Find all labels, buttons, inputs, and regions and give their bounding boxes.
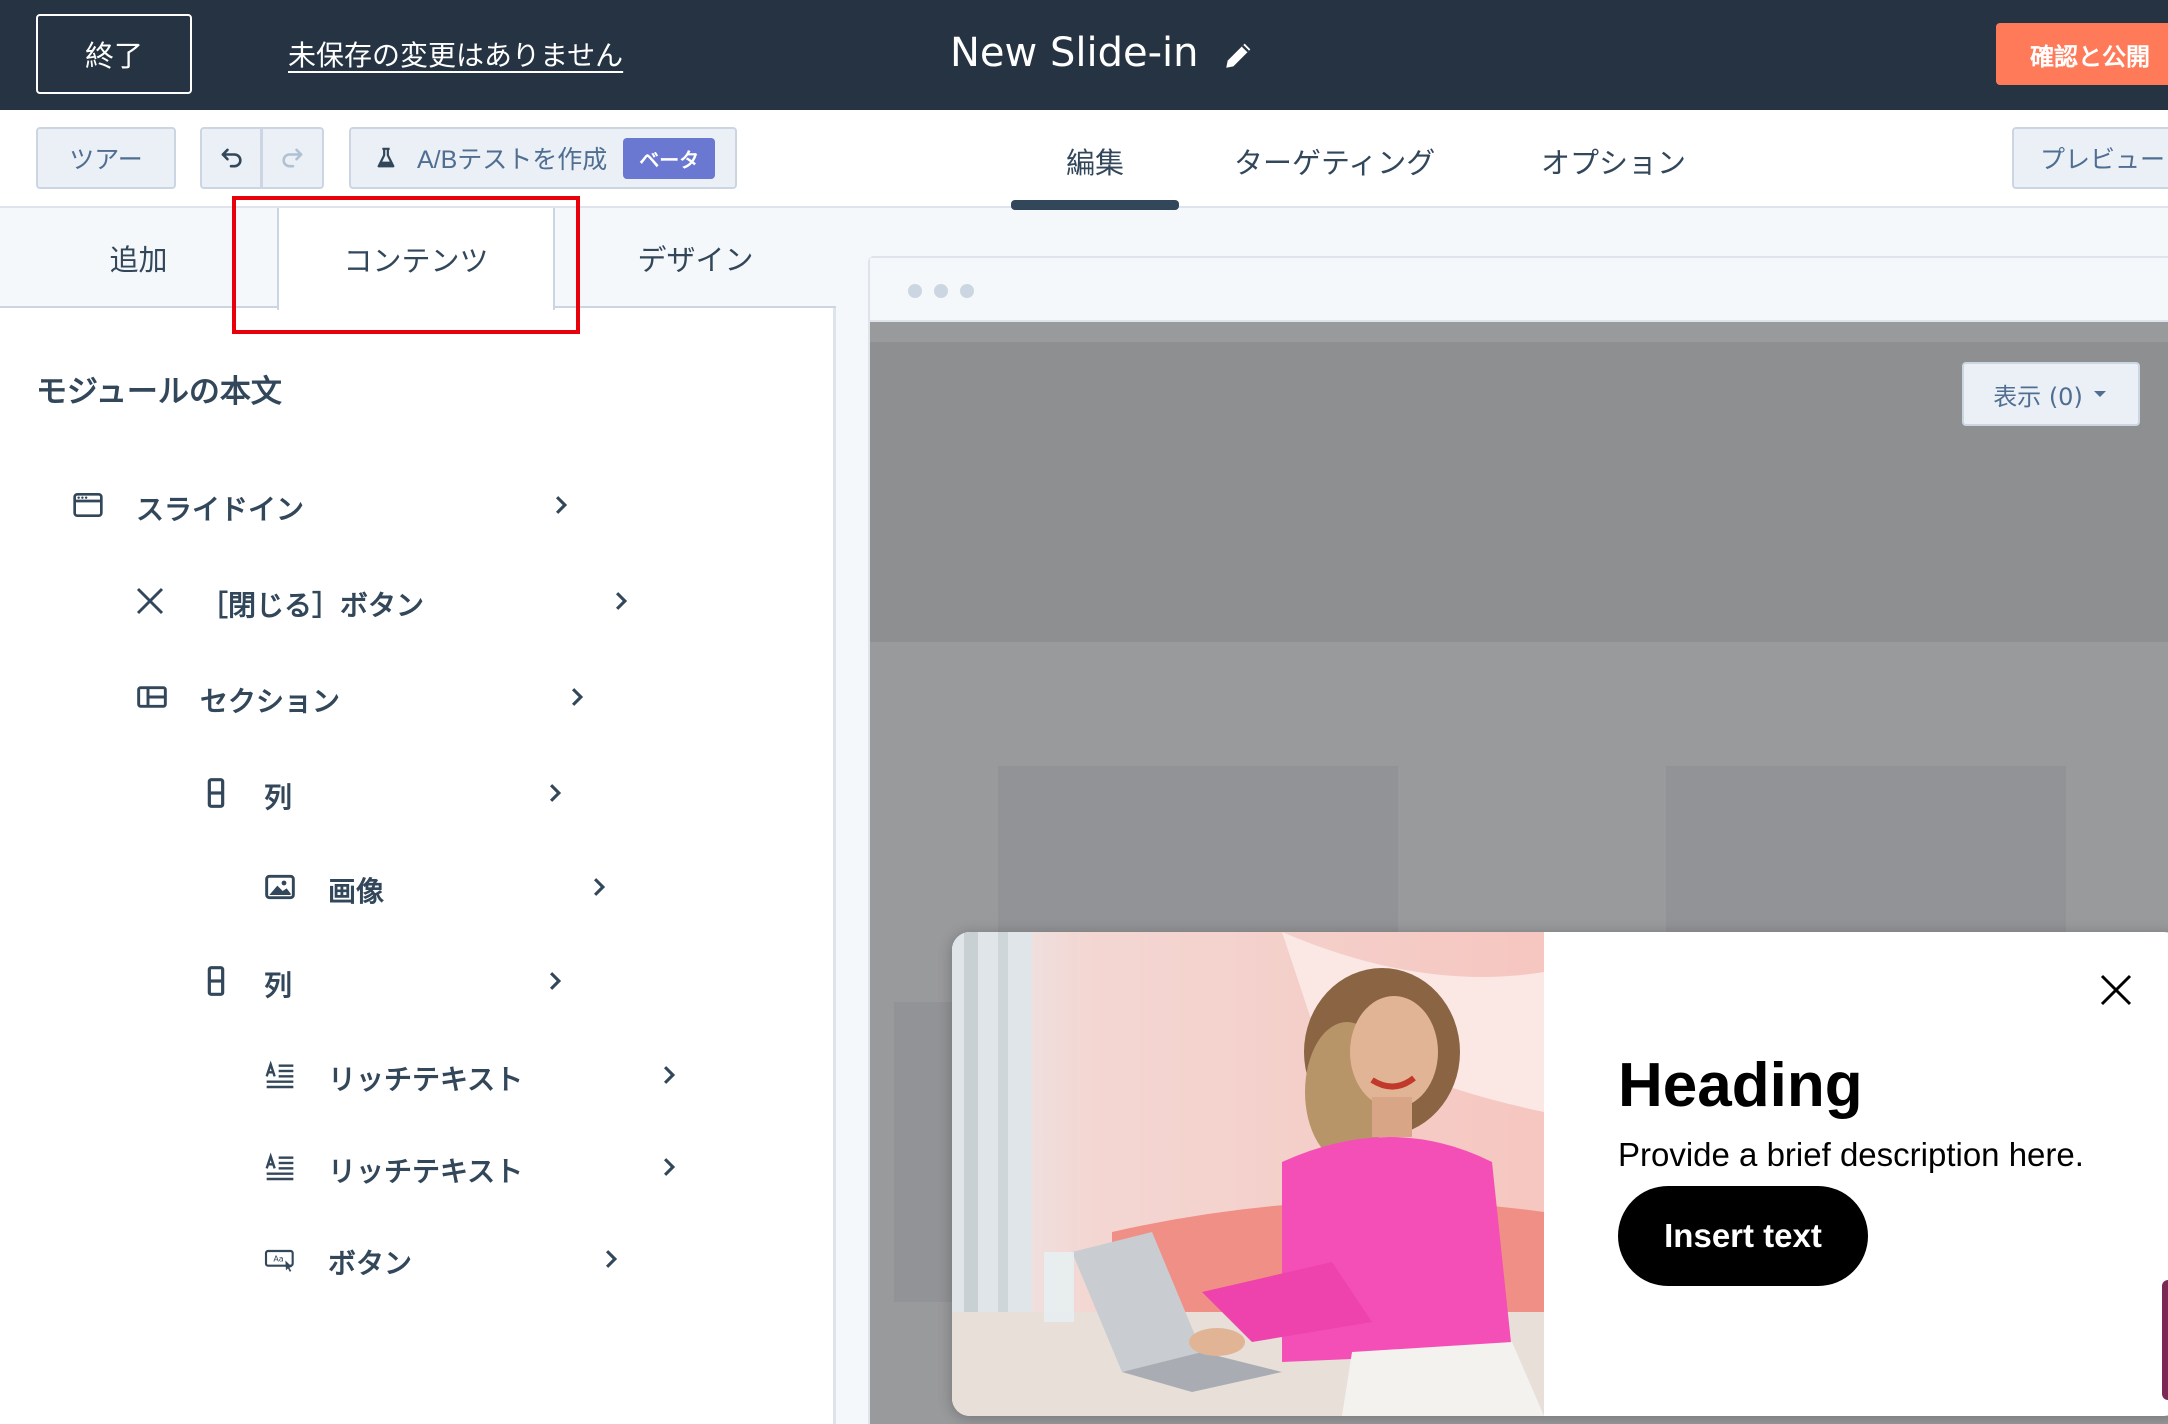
review-publish-button[interactable]: 確認と公開 <box>1996 23 2168 85</box>
rich-text-icon <box>265 1060 294 1089</box>
column-icon <box>207 966 225 996</box>
top-bar: 終了 未保存の変更はありません New Slide-in 確認と公開 <box>0 0 2168 110</box>
slide-in-cta-button[interactable]: Insert text <box>1618 1186 1868 1286</box>
tab-options[interactable]: オプション <box>1541 140 1686 182</box>
tree-item-slide-in[interactable]: スライドイン <box>70 480 580 530</box>
window-dot <box>934 284 948 298</box>
chevron-right-icon <box>549 784 562 802</box>
browser-chrome <box>870 258 2168 322</box>
tree-item-column[interactable]: 列 <box>200 956 580 1006</box>
ab-test-label: A/Bテストを作成 <box>417 146 608 174</box>
editor-toolbar: ツアー A/Bテストを作成 ベータ 編集 ターゲティング オプション プレビュー <box>0 110 2168 210</box>
undo-button[interactable] <box>200 127 262 189</box>
close-icon <box>136 587 164 615</box>
preview-button[interactable]: プレビュー <box>2012 127 2168 189</box>
beta-badge: ベータ <box>623 137 716 179</box>
tree-item-close-button[interactable]: ［閉じる］ボタン <box>134 576 634 626</box>
tour-button[interactable]: ツアー <box>36 127 176 189</box>
tab-edit[interactable]: 編集 <box>1066 140 1124 182</box>
tree-label: 列 <box>264 781 293 814</box>
window-icon <box>73 493 103 517</box>
tree-item-column[interactable]: 列 <box>200 768 580 818</box>
tree-label: ［閉じる］ボタン <box>200 589 425 622</box>
slide-in-popup[interactable]: Heading Provide a brief description here… <box>952 932 2168 1416</box>
highlight-annotation <box>232 196 580 334</box>
pencil-icon[interactable] <box>1222 38 1256 72</box>
chevron-right-icon <box>571 688 584 706</box>
module-body-heading: モジュールの本文 <box>36 374 282 410</box>
tab-design[interactable]: デザイン <box>555 208 836 308</box>
slide-in-heading: Heading <box>1618 1051 1863 1120</box>
ab-test-button[interactable]: A/Bテストを作成 ベータ <box>349 127 737 189</box>
flask-icon <box>377 147 395 168</box>
tab-targeting[interactable]: ターゲティング <box>1234 140 1435 182</box>
rich-text-icon <box>265 1152 294 1181</box>
slide-in-description: Provide a brief description here. <box>1618 1136 2084 1173</box>
page-title: New Slide-in <box>950 30 1199 76</box>
chevron-right-icon <box>663 1158 676 1176</box>
chevron-right-icon <box>615 592 628 610</box>
tree-item-section[interactable]: セクション <box>134 672 594 722</box>
chevron-right-icon <box>555 496 568 514</box>
tree-item-rich-text[interactable]: リッチテキスト <box>264 1142 684 1192</box>
tree-label: リッチテキスト <box>328 1063 524 1096</box>
undo-icon <box>221 148 242 168</box>
section-icon <box>137 686 167 708</box>
exit-button[interactable]: 終了 <box>36 14 192 94</box>
tree-label: ボタン <box>328 1247 413 1280</box>
redo-icon <box>281 148 302 168</box>
active-tab-indicator <box>1011 200 1179 210</box>
window-dot <box>908 284 922 298</box>
view-dropdown-label: 表示 (0) <box>1993 382 2083 411</box>
column-icon <box>207 778 225 808</box>
chevron-right-icon <box>605 1250 618 1268</box>
tree-label: 列 <box>264 969 293 1002</box>
tree-item-button[interactable]: Aa ボタン <box>264 1234 624 1284</box>
view-dropdown[interactable]: 表示 (0) <box>1962 362 2140 426</box>
tree-item-rich-text[interactable]: リッチテキスト <box>264 1050 684 1100</box>
chat-widget-edge[interactable] <box>2162 1280 2168 1400</box>
tree-label: 画像 <box>328 875 385 908</box>
svg-text:Aa: Aa <box>273 1255 283 1264</box>
image-icon <box>265 874 295 900</box>
chevron-right-icon <box>663 1066 676 1084</box>
tree-item-image[interactable]: 画像 <box>264 862 624 912</box>
chevron-right-icon <box>593 878 606 896</box>
button-icon: Aa <box>264 1249 294 1272</box>
redo-button[interactable] <box>262 127 324 189</box>
window-dot <box>960 284 974 298</box>
tree-label: セクション <box>200 685 341 718</box>
tree-label: スライドイン <box>136 493 305 526</box>
chevron-right-icon <box>549 972 562 990</box>
tree-label: リッチテキスト <box>328 1155 524 1188</box>
close-icon[interactable] <box>2096 970 2136 1010</box>
caret-down-icon <box>2093 391 2106 397</box>
unsaved-changes-link[interactable]: 未保存の変更はありません <box>288 34 623 74</box>
woman-laptop-image[interactable] <box>952 932 1544 1416</box>
